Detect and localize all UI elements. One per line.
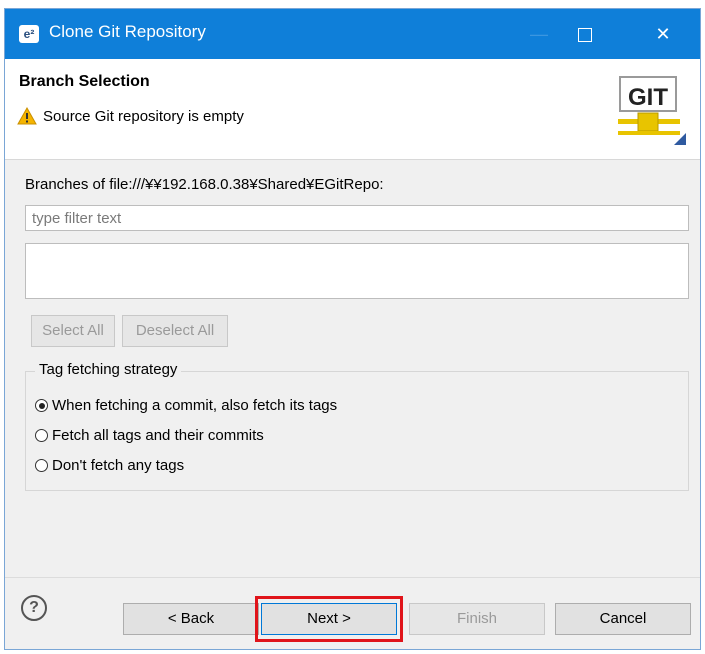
next-button-highlight	[255, 596, 403, 642]
radio-selected-icon[interactable]	[35, 399, 48, 412]
close-button[interactable]: ✕	[640, 9, 686, 59]
wizard-header: Branch Selection Source Git repository i…	[5, 59, 700, 160]
radio-label: When fetching a commit, also fetch its t…	[52, 397, 338, 414]
cancel-button[interactable]: Cancel	[555, 603, 691, 635]
radio-unselected-icon[interactable]	[35, 459, 48, 472]
clone-git-repository-dialog: e² Clone Git Repository — ✕ Branch Selec…	[4, 8, 701, 650]
maximize-button[interactable]	[562, 9, 608, 59]
help-icon[interactable]: ?	[21, 595, 47, 621]
radio-label: Don't fetch any tags	[52, 457, 185, 474]
radio-unselected-icon[interactable]	[35, 429, 48, 442]
page-title: Branch Selection	[19, 73, 150, 90]
tag-fetching-legend: Tag fetching strategy	[35, 361, 182, 378]
radio-no-tags[interactable]: Don't fetch any tags	[35, 457, 184, 474]
finish-button[interactable]: Finish	[409, 603, 545, 635]
branch-filter-input[interactable]	[25, 205, 689, 231]
title-bar: e² Clone Git Repository — ✕	[5, 9, 700, 59]
select-all-button[interactable]: Select All	[31, 315, 115, 347]
radio-fetch-all-tags[interactable]: Fetch all tags and their commits	[35, 427, 264, 444]
warning-message: Source Git repository is empty	[17, 107, 244, 125]
deselect-all-button[interactable]: Deselect All	[122, 315, 228, 347]
branches-label: Branches of file:///¥¥192.168.0.38¥Share…	[25, 176, 384, 193]
maximize-icon	[578, 28, 592, 43]
minimize-button[interactable]: —	[516, 9, 562, 59]
radio-fetch-commit-tags[interactable]: When fetching a commit, also fetch its t…	[35, 397, 337, 414]
eclipse-app-icon: e²	[19, 25, 39, 43]
back-button[interactable]: < Back	[123, 603, 259, 635]
radio-label: Fetch all tags and their commits	[52, 427, 264, 444]
branch-list[interactable]	[25, 243, 689, 299]
warning-text: Source Git repository is empty	[43, 107, 244, 125]
git-logo-text: GIT	[628, 84, 668, 111]
window-title: Clone Git Repository	[49, 22, 206, 41]
warning-icon	[17, 107, 37, 125]
footer-divider	[5, 577, 700, 578]
git-wizard-logo: GIT	[618, 76, 686, 145]
